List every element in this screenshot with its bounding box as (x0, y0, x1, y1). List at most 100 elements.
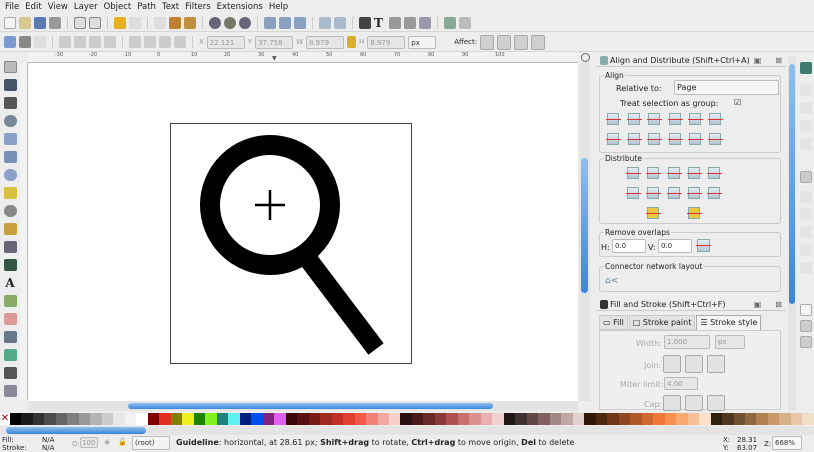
menu-edit[interactable]: Edit (23, 0, 45, 14)
group-icon[interactable] (319, 16, 331, 29)
color-swatch[interactable] (618, 413, 631, 425)
snap-line-midpoints-icon[interactable] (800, 262, 812, 274)
butt-cap-button[interactable] (663, 395, 681, 411)
color-swatch[interactable] (205, 413, 217, 425)
undo-icon[interactable] (114, 16, 126, 29)
color-swatch[interactable] (285, 413, 298, 425)
color-swatch[interactable] (779, 413, 791, 425)
panel-iconify-icon[interactable]: ▣ (754, 300, 762, 309)
select-all-icon[interactable] (4, 36, 16, 48)
color-swatch[interactable] (595, 413, 608, 425)
zoom-input[interactable]: 668% (772, 436, 802, 450)
menu-object[interactable]: Object (102, 0, 136, 14)
height-input[interactable]: 8.979 (367, 35, 406, 49)
zoom-page-icon[interactable] (239, 16, 251, 29)
pencil-tool-icon[interactable] (3, 223, 17, 235)
color-swatch[interactable] (446, 413, 458, 425)
affect-corners-toggle[interactable] (497, 34, 512, 50)
rotate-ccw-icon[interactable] (59, 36, 71, 48)
spiral-tool-icon[interactable] (3, 205, 17, 217)
color-swatch[interactable] (480, 413, 493, 425)
flip-vertical-icon[interactable] (104, 36, 116, 48)
align-bottom-icon[interactable] (668, 133, 683, 145)
color-swatch[interactable] (101, 413, 114, 425)
color-swatch[interactable] (722, 413, 734, 425)
flip-horizontal-icon[interactable] (89, 36, 101, 48)
connector-tool-icon[interactable] (3, 385, 17, 397)
color-swatch[interactable] (503, 413, 516, 425)
color-swatch[interactable] (400, 413, 412, 425)
spray-tool-icon[interactable] (3, 295, 17, 307)
color-swatch[interactable] (790, 413, 803, 425)
remove-overlaps-icon[interactable] (696, 239, 711, 252)
color-swatch[interactable] (538, 413, 550, 425)
color-swatch[interactable] (710, 413, 723, 425)
document-properties-icon[interactable] (459, 16, 471, 29)
snap-intersections-icon[interactable] (800, 208, 812, 220)
color-swatch[interactable] (297, 413, 309, 425)
color-swatch[interactable] (343, 413, 355, 425)
align-bottom-to-top-icon[interactable] (606, 133, 621, 145)
color-swatch[interactable] (561, 413, 573, 425)
color-swatch[interactable] (182, 413, 194, 425)
align-distribute-icon[interactable] (419, 16, 431, 29)
distribute-baseline-v-icon[interactable] (707, 187, 722, 199)
color-swatch[interactable] (756, 413, 768, 425)
palette-scrollbar[interactable] (0, 426, 814, 435)
color-swatch[interactable] (78, 413, 91, 425)
align-right-to-left-icon[interactable] (606, 113, 621, 125)
panel-close-icon[interactable]: ⊠ (775, 56, 782, 65)
snap-paths-icon[interactable] (800, 191, 812, 203)
selector-tool-icon[interactable] (3, 61, 17, 73)
star-tool-icon[interactable] (3, 187, 17, 199)
y-input[interactable]: 37.758 (255, 35, 294, 49)
color-swatch[interactable] (641, 413, 654, 425)
color-swatch[interactable] (411, 413, 424, 425)
color-swatch[interactable] (469, 413, 481, 425)
color-swatch[interactable] (377, 413, 389, 425)
color-swatch[interactable] (354, 413, 367, 425)
preferences-icon[interactable] (444, 16, 456, 29)
distribute-left-icon[interactable] (626, 167, 641, 179)
color-swatch[interactable] (767, 413, 780, 425)
snap-page-border-icon[interactable] (800, 304, 812, 316)
color-swatch[interactable] (388, 413, 401, 425)
randomize-icon[interactable] (646, 207, 661, 219)
width-input[interactable]: 8.979 (306, 35, 344, 49)
clone-icon[interactable] (279, 16, 291, 29)
color-swatch[interactable] (572, 413, 585, 425)
menu-view[interactable]: View (46, 0, 72, 14)
text-tool-icon[interactable]: A (4, 277, 17, 289)
miter-limit-input[interactable]: 4.00 (664, 377, 698, 390)
magnifier-drawing[interactable] (195, 135, 395, 360)
import-icon[interactable] (74, 16, 86, 29)
color-swatch[interactable] (90, 413, 102, 425)
color-swatch[interactable] (10, 413, 22, 425)
rectangle-tool-icon[interactable] (3, 133, 17, 145)
color-swatch[interactable] (687, 413, 700, 425)
color-swatch[interactable] (515, 413, 527, 425)
zoom-corner-icon[interactable] (581, 53, 590, 62)
lock-icon[interactable] (347, 36, 356, 48)
color-swatch[interactable] (239, 413, 252, 425)
color-swatch[interactable] (584, 413, 596, 425)
paste-icon[interactable] (184, 16, 196, 29)
color-swatch[interactable] (699, 413, 711, 425)
color-swatch[interactable] (113, 413, 125, 425)
tab-stroke-paint[interactable]: □ Stroke paint (628, 315, 696, 330)
unit-select[interactable]: px (408, 35, 437, 49)
distribute-gaps-v-icon[interactable] (687, 187, 702, 199)
paint-bucket-tool-icon[interactable] (3, 331, 17, 343)
unlink-clone-icon[interactable] (294, 16, 306, 29)
print-icon[interactable] (49, 16, 61, 29)
distribute-baseline-h-icon[interactable] (707, 167, 722, 179)
color-swatch[interactable] (21, 413, 33, 425)
align-left-to-right-icon[interactable] (688, 113, 703, 125)
color-swatch[interactable] (492, 413, 504, 425)
text-font-icon[interactable]: T (374, 17, 386, 29)
opacity-input[interactable]: 100 (80, 437, 98, 448)
round-cap-button[interactable] (685, 395, 703, 411)
x-input[interactable]: 22.121 (206, 35, 245, 49)
ellipse-tool-icon[interactable] (3, 169, 17, 181)
lower-icon[interactable] (159, 36, 171, 48)
